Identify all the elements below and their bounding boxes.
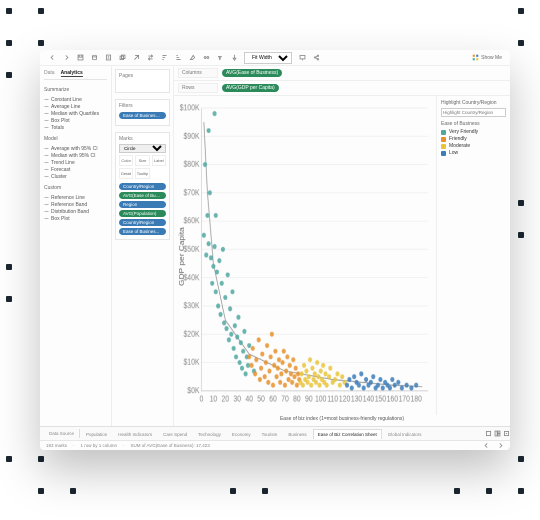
tab-data[interactable]: Data bbox=[44, 70, 55, 77]
save-icon[interactable] bbox=[76, 54, 84, 62]
analytics-item[interactable]: Trend Line bbox=[44, 159, 107, 166]
pin-icon[interactable] bbox=[230, 54, 238, 62]
toolbar: T Fit Width Show Me bbox=[40, 50, 510, 66]
sheet-tab[interactable]: Global Indicators bbox=[383, 429, 427, 439]
analytics-item[interactable]: Constant Line bbox=[44, 96, 107, 103]
duplicate-icon[interactable] bbox=[118, 54, 126, 62]
sheet-tab[interactable]: Tourism bbox=[257, 429, 283, 439]
analytics-item[interactable]: Totals bbox=[44, 124, 107, 131]
cards-column: Pages Filters Ease of Business (g... Mar… bbox=[112, 66, 174, 426]
pages-card: Pages bbox=[115, 69, 170, 93]
analytics-item[interactable]: Box Plot bbox=[44, 117, 107, 124]
show-me-button[interactable]: Show Me bbox=[472, 54, 502, 61]
highlight-icon[interactable] bbox=[188, 54, 196, 62]
sheet-tab[interactable]: Economy bbox=[227, 429, 256, 439]
analytics-item[interactable]: Forecast bbox=[44, 166, 107, 173]
marks-card: Marks Circle ColorSizeLabel DetailTooltip… bbox=[115, 132, 170, 240]
highlight-title: Highlight Country/Region bbox=[441, 100, 506, 106]
forward-icon[interactable] bbox=[62, 54, 70, 62]
svg-text:T: T bbox=[218, 56, 221, 61]
status-bar: 183 marks · 1 row by 1 column · SUM of A… bbox=[40, 440, 510, 450]
section-summarize: Summarize bbox=[44, 87, 107, 93]
back-icon[interactable] bbox=[48, 54, 56, 62]
filters-title: Filters bbox=[119, 103, 166, 109]
rows-shelf[interactable]: Rows AVG(GDP per Capita) bbox=[174, 81, 510, 96]
fit-select[interactable]: Fit Width bbox=[244, 52, 292, 64]
tableau-window: T Fit Width Show Me Data Analytics Summa… bbox=[40, 50, 510, 450]
status-next-icon[interactable] bbox=[496, 442, 504, 450]
new-story-icon[interactable] bbox=[502, 430, 510, 438]
columns-pill[interactable]: AVG(Ease of Business) bbox=[222, 69, 282, 77]
new-data-icon[interactable] bbox=[90, 54, 98, 62]
status-dims: 1 row by 1 column bbox=[81, 443, 118, 448]
x-axis-label: Ease of biz index (1=most business-frien… bbox=[174, 415, 510, 426]
sheet-tab[interactable]: Technology bbox=[193, 429, 226, 439]
marks-size[interactable]: Size bbox=[135, 155, 149, 166]
sheet-tab[interactable]: Health Indicators bbox=[113, 429, 157, 439]
viz-area: Columns AVG(Ease of Business) Rows AVG(G… bbox=[174, 66, 510, 426]
data-source-tab[interactable]: Data Source bbox=[44, 429, 80, 438]
analytics-item[interactable]: Median with 95% CI bbox=[44, 152, 107, 159]
sheet-tab-bar: Data Source PopulationHealth IndicatorsC… bbox=[40, 426, 510, 440]
filter-pill[interactable]: Ease of Business (g... bbox=[119, 112, 166, 119]
analytics-item[interactable]: Box Plot bbox=[44, 215, 107, 222]
marks-title: Marks bbox=[119, 136, 166, 142]
rows-label: Rows bbox=[178, 83, 218, 93]
analytics-sidebar: Data Analytics Summarize Constant LineAv… bbox=[40, 66, 112, 426]
marks-detail[interactable]: Detail bbox=[119, 168, 133, 179]
status-prev-icon[interactable] bbox=[482, 442, 490, 450]
filters-card: Filters Ease of Business (g... bbox=[115, 99, 170, 126]
sheet-tab[interactable]: Population bbox=[81, 429, 112, 439]
share-icon[interactable] bbox=[312, 54, 320, 62]
new-dashboard-icon[interactable] bbox=[493, 430, 501, 438]
analytics-item[interactable]: Average Line bbox=[44, 103, 107, 110]
clear-icon[interactable] bbox=[132, 54, 140, 62]
columns-label: Columns bbox=[178, 68, 218, 78]
section-model: Model bbox=[44, 136, 107, 142]
analytics-item[interactable]: Distribution Band bbox=[44, 208, 107, 215]
sheet-tab[interactable]: Business bbox=[283, 429, 311, 439]
analytics-item[interactable]: Cluster bbox=[44, 173, 107, 180]
group-icon[interactable] bbox=[202, 54, 210, 62]
swap-icon[interactable] bbox=[146, 54, 154, 62]
section-custom: Custom bbox=[44, 185, 107, 191]
marks-pill[interactable]: Ease of Busines... bbox=[119, 228, 166, 235]
marks-color[interactable]: Color bbox=[119, 155, 133, 166]
marks-pill[interactable]: AVG(Ease of Busi... bbox=[119, 192, 166, 199]
label-icon[interactable]: T bbox=[216, 54, 224, 62]
analytics-item[interactable]: Reference Line bbox=[44, 194, 107, 201]
marks-tooltip[interactable]: Tooltip bbox=[135, 168, 149, 179]
legend-item[interactable]: Moderate bbox=[441, 143, 506, 149]
status-marks: 183 marks bbox=[46, 443, 67, 448]
sheet-tab[interactable]: Ease of Biz Correlation Sheet bbox=[313, 429, 382, 439]
sort-asc-icon[interactable] bbox=[160, 54, 168, 62]
marks-label[interactable]: Label bbox=[152, 155, 166, 166]
presentation-icon[interactable] bbox=[298, 54, 306, 62]
marks-pill[interactable]: AVG(Population) bbox=[119, 210, 166, 217]
scatter-chart[interactable] bbox=[174, 96, 436, 415]
columns-shelf[interactable]: Columns AVG(Ease of Business) bbox=[174, 66, 510, 81]
marks-type-select[interactable]: Circle bbox=[119, 144, 166, 153]
new-worksheet-icon[interactable] bbox=[484, 430, 492, 438]
marks-pill[interactable]: Region bbox=[119, 201, 166, 208]
legend-item[interactable]: Friendly bbox=[441, 136, 506, 142]
tab-analytics[interactable]: Analytics bbox=[61, 70, 83, 77]
legend-item[interactable]: Low bbox=[441, 150, 506, 156]
analytics-item[interactable]: Average with 95% CI bbox=[44, 145, 107, 152]
status-sum: SUM of AVG(Ease of Business): 17,423 bbox=[131, 443, 210, 448]
color-legend-title: Ease of Business bbox=[441, 121, 506, 127]
sheet-tab[interactable]: Care Spend bbox=[158, 429, 192, 439]
sort-desc-icon[interactable] bbox=[174, 54, 182, 62]
marks-pill[interactable]: Country/Region bbox=[119, 219, 166, 226]
analytics-item[interactable]: Median with Quartiles bbox=[44, 110, 107, 117]
rows-pill[interactable]: AVG(GDP per Capita) bbox=[222, 84, 279, 92]
marks-pill[interactable]: Country/Region bbox=[119, 183, 166, 190]
legend-item[interactable]: Very Friendly bbox=[441, 129, 506, 135]
legend-panel: Highlight Country/Region Ease of Busines… bbox=[436, 96, 510, 415]
new-sheet-icon[interactable] bbox=[104, 54, 112, 62]
analytics-item[interactable]: Reference Band bbox=[44, 201, 107, 208]
highlight-input[interactable] bbox=[441, 108, 506, 117]
pages-title: Pages bbox=[119, 73, 166, 79]
